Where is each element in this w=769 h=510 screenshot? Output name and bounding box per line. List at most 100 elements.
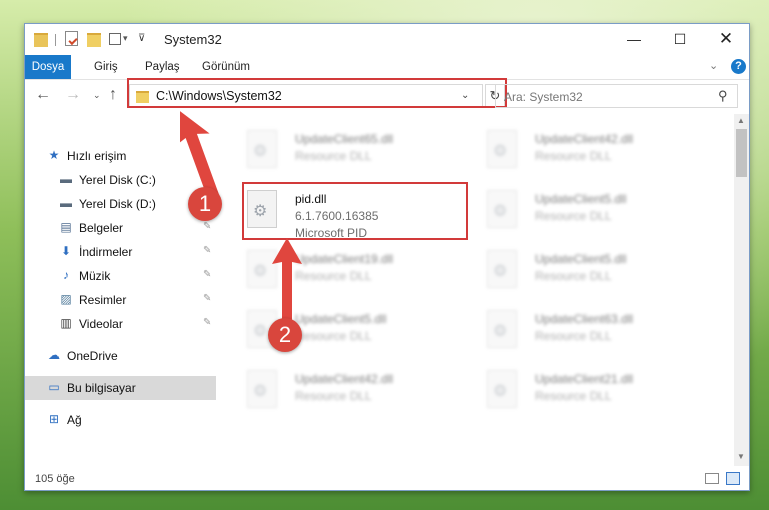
details-view-icon[interactable] <box>705 473 719 484</box>
sidebar-item[interactable]: ☁ OneDrive <box>25 344 216 368</box>
explorer-window: ▾ ⊽ System32 — ☐ ✕ Dosya Giriş Paylaş Gö… <box>24 23 750 491</box>
expand-ribbon-icon[interactable]: ⌄ <box>709 59 718 72</box>
file-name: UpdateClient5.dll <box>535 192 627 206</box>
maximize-button[interactable]: ☐ <box>657 24 703 54</box>
file-name: UpdateClient21.dll <box>535 372 634 386</box>
up-button[interactable]: ↑ <box>109 86 117 104</box>
view-options-icon[interactable] <box>109 33 121 45</box>
tab-home[interactable]: Giriş <box>83 55 129 79</box>
file-item[interactable]: UpdateClient21.dll Resource DLL <box>487 366 707 418</box>
file-type: Resource DLL <box>535 149 612 163</box>
file-type: Resource DLL <box>535 209 612 223</box>
search-input[interactable]: Ara: System32 <box>504 90 583 104</box>
sidebar-item-label: Resimler <box>79 293 127 307</box>
sidebar-item[interactable]: ▤ Belgeler ✎ <box>25 216 216 240</box>
sidebar-item-label: Müzik <box>79 269 111 283</box>
drive-icon: ▬ <box>60 196 72 210</box>
sidebar-item[interactable]: ▭ Bu bilgisayar <box>25 376 216 400</box>
sidebar-item[interactable]: ⬇ İndirmeler ✎ <box>25 240 216 264</box>
item-count: 105 öğe <box>35 473 75 485</box>
pin-icon[interactable]: ✎ <box>203 245 211 256</box>
sidebar-item-label: Yerel Disk (D:) <box>79 197 156 211</box>
vertical-scrollbar[interactable]: ▲ ▼ <box>734 114 749 466</box>
sidebar-item-label: Belgeler <box>79 221 124 235</box>
file-type: Resource DLL <box>295 389 372 403</box>
dll-file-icon <box>247 130 277 168</box>
dll-file-icon <box>487 130 517 168</box>
ribbon: Dosya Giriş Paylaş Görünüm ⌄ ? <box>25 55 749 80</box>
title-bar: ▾ ⊽ System32 — ☐ ✕ <box>25 24 749 55</box>
customize-toolbar-icon[interactable]: ⊽ <box>138 33 145 49</box>
sidebar-item-label: İndirmeler <box>79 245 133 259</box>
search-box[interactable]: Ara: System32 ⚲ <box>495 84 738 108</box>
pin-icon[interactable]: ✎ <box>203 293 211 304</box>
scroll-down-icon[interactable]: ▼ <box>737 452 745 461</box>
pin-icon[interactable]: ✎ <box>203 269 211 280</box>
file-item[interactable]: UpdateClient63.dll Resource DLL <box>487 306 707 358</box>
tab-view[interactable]: Görünüm <box>191 55 261 79</box>
recent-locations-button[interactable]: ⌄ <box>93 90 101 101</box>
minimize-button[interactable]: — <box>611 24 657 54</box>
dll-file-icon <box>487 310 517 348</box>
sidebar-item-label: Videolar <box>79 317 123 331</box>
tab-share[interactable]: Paylaş <box>134 55 191 79</box>
sidebar-item-label: Yerel Disk (C:) <box>79 173 156 187</box>
file-version: 6.1.7600.16385 <box>295 209 379 223</box>
scroll-up-icon[interactable]: ▲ <box>737 116 745 125</box>
annotation-badge-2: 2 <box>268 318 302 352</box>
tab-file[interactable]: Dosya <box>25 55 71 79</box>
navigation-bar: ← → ⌄ ↑ C:\Windows\System32 ⌄ ↻ Ara: Sys… <box>25 78 749 112</box>
large-icons-view-icon[interactable] <box>726 472 740 485</box>
sidebar-item-label: Bu bilgisayar <box>67 381 136 395</box>
file-type: Resource DLL <box>535 329 612 343</box>
file-name: UpdateClient42.dll <box>535 132 634 146</box>
status-bar: 105 öğe <box>25 468 749 490</box>
file-item[interactable]: UpdateClient42.dll Resource DLL <box>247 366 467 418</box>
folder-icon <box>34 33 48 47</box>
back-button[interactable]: ← <box>35 86 51 104</box>
toolbar-separator <box>55 34 56 46</box>
window-title: System32 <box>164 32 222 47</box>
file-item[interactable]: UpdateClient65.dll Resource DLL <box>247 126 467 178</box>
documents-icon: ▤ <box>60 220 72 234</box>
file-item-selected[interactable]: pid.dll 6.1.7600.16385 Microsoft PID <box>247 186 467 240</box>
file-item[interactable]: UpdateClient42.dll Resource DLL <box>487 126 707 178</box>
computer-icon: ▭ <box>48 380 60 394</box>
dll-file-icon <box>247 190 277 228</box>
file-name: UpdateClient5.dll <box>295 312 387 326</box>
pin-icon[interactable]: ✎ <box>203 317 211 328</box>
video-icon: ▥ <box>60 316 72 330</box>
search-icon[interactable]: ⚲ <box>718 88 728 104</box>
forward-button[interactable]: → <box>65 86 81 104</box>
dll-file-icon <box>487 250 517 288</box>
chevron-down-icon[interactable]: ▾ <box>123 33 128 49</box>
cloud-icon: ☁ <box>48 348 60 362</box>
annotation-arrow-2 <box>272 238 302 326</box>
sidebar-item[interactable]: ⊞ Ağ <box>25 408 216 432</box>
pin-icon[interactable]: ✎ <box>203 221 211 232</box>
new-folder-icon[interactable] <box>87 33 101 47</box>
sidebar-item[interactable]: ▥ Videolar ✎ <box>25 312 216 336</box>
sidebar-item-label: Ağ <box>67 413 82 427</box>
sidebar-item[interactable]: ▨ Resimler ✎ <box>25 288 216 312</box>
close-button[interactable]: ✕ <box>703 24 749 54</box>
dll-file-icon <box>487 370 517 408</box>
file-type: Resource DLL <box>295 329 372 343</box>
properties-icon[interactable] <box>65 31 78 46</box>
file-name: UpdateClient42.dll <box>295 372 394 386</box>
help-icon[interactable]: ? <box>731 59 746 74</box>
dll-file-icon <box>487 190 517 228</box>
file-type: Resource DLL <box>295 269 372 283</box>
scrollbar-thumb[interactable] <box>736 129 747 177</box>
file-item[interactable]: UpdateClient5.dll Resource DLL <box>487 186 707 238</box>
file-name: UpdateClient65.dll <box>295 132 394 146</box>
file-type: Resource DLL <box>535 389 612 403</box>
annotation-badge-1: 1 <box>188 187 222 221</box>
sidebar-item[interactable]: ♪ Müzik ✎ <box>25 264 216 288</box>
file-name: UpdateClient19.dll <box>295 252 394 266</box>
file-type: Resource DLL <box>535 269 612 283</box>
dll-file-icon <box>247 370 277 408</box>
sidebar-item-label: Hızlı erişim <box>67 149 127 163</box>
file-type: Resource DLL <box>295 149 372 163</box>
file-item[interactable]: UpdateClient5.dll Resource DLL <box>487 246 707 298</box>
